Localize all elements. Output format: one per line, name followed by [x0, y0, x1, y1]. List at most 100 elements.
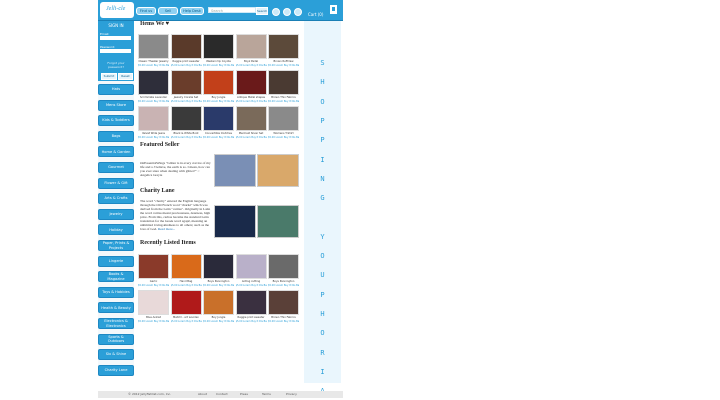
item-card[interactable]: Western tip Coyote $5.00 Lorem Buy It Dis…: [203, 34, 234, 67]
item-photo[interactable]: [203, 106, 234, 131]
charity-image-2[interactable]: [257, 205, 299, 238]
search-button[interactable]: Search: [256, 7, 268, 15]
sidebar-item-14[interactable]: Health & Beauty: [98, 302, 134, 314]
sidebar-item-6[interactable]: Flower & Gift: [98, 177, 134, 189]
sidebar-item-17[interactable]: Six & Shine: [98, 349, 134, 361]
item-photo[interactable]: [138, 34, 169, 59]
footer-link-contact[interactable]: Contact: [216, 392, 228, 396]
sidebar-item-0[interactable]: Hats: [98, 84, 134, 95]
login-submit-button[interactable]: Submit: [101, 73, 117, 80]
password-field[interactable]: [100, 49, 131, 53]
recent-item-photo[interactable]: [138, 254, 169, 279]
recent-item-photo[interactable]: [203, 254, 234, 279]
forgot-password-link[interactable]: Forgot your password?: [100, 61, 132, 69]
item-photo[interactable]: [203, 34, 234, 59]
recent-item-photo[interactable]: [235, 290, 267, 315]
sidebar-item-2[interactable]: Kids & Toddlers: [98, 115, 134, 127]
sidebar-item-1[interactable]: Mens Store: [98, 99, 134, 111]
item-photo[interactable]: [138, 106, 169, 131]
sidebar-item-9[interactable]: Holiday: [98, 224, 134, 236]
email-field[interactable]: [100, 36, 131, 40]
item-card[interactable]: Black & White Boot $5.00 Lorem Buy It Dis…: [170, 106, 202, 139]
rss-icon[interactable]: [294, 8, 302, 16]
item-card[interactable]: Womens T-Shirt$5.00 Lorem Buy It Dis Bag…: [268, 106, 299, 139]
item-card[interactable]: Mermaid Silver Set $5.00 Lorem Buy It Dis…: [235, 106, 267, 139]
featured-image-2[interactable]: [257, 154, 299, 187]
item-card[interactable]: Classic Theater Jewelry $5.00 Lorem Buy I…: [138, 34, 169, 67]
recent-item-card[interactable]: Brown Thin Fabrics $5.00 Lorem Buy It Dis…: [268, 290, 299, 323]
sidebar-item-13[interactable]: Toys & Hobbies: [98, 286, 134, 298]
item-meta: $5.00 Lorem Buy It Dis Baged: [235, 135, 267, 139]
item-card[interactable]: Raggie print sweater $5.00 Lorem Buy It D…: [170, 34, 202, 67]
logo[interactable]: Jelli-cle: [100, 2, 134, 18]
recent-item-photo[interactable]: [170, 254, 202, 279]
footer-link-terms[interactable]: Terms: [262, 392, 271, 396]
cart-label[interactable]: Cart (0): [308, 12, 323, 17]
sidebar-item-10[interactable]: Paper, Prints & Projects: [98, 240, 134, 251]
recent-item-card[interactable]: Boys Pennington $5.00 Lorem Buy It Dis Ba…: [203, 254, 234, 287]
item-photo[interactable]: [170, 70, 202, 95]
cart-icon[interactable]: [330, 5, 337, 14]
nav-pill-sell[interactable]: Sell: [158, 7, 178, 15]
footer-link-press[interactable]: Press: [240, 392, 248, 396]
item-photo[interactable]: [170, 106, 202, 131]
featured-image-1[interactable]: [214, 154, 256, 187]
sidebar-item-16[interactable]: Sports & Outdoors: [98, 333, 134, 345]
facebook-icon[interactable]: [272, 8, 280, 16]
item-photo[interactable]: [268, 70, 299, 95]
recent-item-photo[interactable]: [268, 254, 299, 279]
recent-item-photo[interactable]: [268, 290, 299, 315]
recent-item-photo[interactable]: [170, 290, 202, 315]
recent-item-card[interactable]: Garlic$5.00 Lorem Buy It Dis Baged: [138, 254, 169, 287]
item-meta: $5.00 Lorem Buy It Dis Baged: [203, 63, 234, 67]
recent-item-photo[interactable]: [235, 254, 267, 279]
item-photo[interactable]: [138, 70, 169, 95]
item-photo[interactable]: [235, 106, 267, 131]
item-card[interactable]: Antique Metal shapes $5.00 Lorem Buy It D…: [235, 70, 267, 103]
nav-pill-find[interactable]: Find us: [136, 7, 156, 15]
item-card[interactable]: Scrimmate Lavender $5.00 Lorem Buy It Dis…: [138, 70, 169, 103]
item-card[interactable]: Convertible Clutches $5.00 Lorem Buy It D…: [203, 106, 234, 139]
recent-item-card[interactable]: Blue Anklet$5.00 Lorem Buy It Dis Baged: [138, 290, 169, 323]
sidebar-item-5[interactable]: Gourmet: [98, 162, 134, 173]
recent-item-meta: $5.00 Lorem Buy It Dis Baged: [235, 283, 267, 287]
sidebar-item-4[interactable]: Home & Garden: [98, 146, 134, 158]
item-card[interactable]: Brown Ruffclaw$5.00 Lorem Buy It Dis Bag…: [268, 34, 299, 67]
item-photo[interactable]: [170, 34, 202, 59]
footer-link-privacy[interactable]: Privacy: [286, 392, 297, 396]
recent-item-card[interactable]: Boy Jungle$5.00 Lorem Buy It Dis Baged: [203, 290, 234, 323]
sidebar-item-12[interactable]: Books & Magazine: [98, 271, 134, 283]
sidebar-item-11[interactable]: Lingerie: [98, 255, 134, 267]
item-card[interactable]: Boy Jungle$5.00 Lorem Buy It Dis Baged: [203, 70, 234, 103]
nav-pill-help[interactable]: Help Desk: [180, 7, 204, 15]
item-photo[interactable]: [235, 34, 267, 59]
item-card[interactable]: Jewelry Coralia Set $5.00 Lorem Buy It Di…: [170, 70, 202, 103]
sidebar-item-18[interactable]: Charity Lane: [98, 364, 134, 376]
twitter-icon[interactable]: [283, 8, 291, 16]
featured-seller-title: Featured Seller: [140, 142, 180, 148]
item-photo[interactable]: [235, 70, 267, 95]
item-card[interactable]: Boyz Pedal$5.00 Lorem Buy It Dis Baged: [235, 34, 267, 67]
item-photo[interactable]: [203, 70, 234, 95]
sidebar-item-7[interactable]: Arts & Crafts: [98, 193, 134, 205]
recent-item-photo[interactable]: [203, 290, 234, 315]
item-card[interactable]: Brown Thin Fabrics $5.00 Lorem Buy It Dis…: [268, 70, 299, 103]
recent-item-photo[interactable]: [138, 290, 169, 315]
sidebar-item-15[interactable]: Electronics & Electronics: [98, 318, 134, 329]
recent-item-card[interactable]: Antlog cutting$5.00 Lorem Buy It Dis Bag…: [235, 254, 267, 287]
item-photo[interactable]: [268, 34, 299, 59]
item-card[interactable]: Velvet Wide Jeans $5.00 Lorem Buy It Dis …: [138, 106, 169, 139]
recent-item-card[interactable]: Hand Bag$5.00 Lorem Buy It Dis Baged: [170, 254, 202, 287]
recent-item-card[interactable]: Raggie print sweater $5.00 Lorem Buy It D…: [235, 290, 267, 323]
item-meta: $5.00 Lorem Buy It Dis Baged: [235, 99, 267, 103]
sidebar-item-8[interactable]: Jewelry: [98, 208, 134, 220]
recent-item-card[interactable]: Boys Pennington $5.00 Lorem Buy It Dis Ba…: [268, 254, 299, 287]
search-input[interactable]: Search: [208, 7, 256, 13]
charity-image-1[interactable]: [214, 205, 256, 238]
item-photo[interactable]: [268, 106, 299, 131]
recent-item-card[interactable]: Matchl - art wooden $5.00 Lorem Buy It Di…: [170, 290, 202, 323]
sidebar-item-3[interactable]: Bags: [98, 130, 134, 142]
footer-link-about[interactable]: About: [198, 392, 207, 396]
login-reset-button[interactable]: Reset: [118, 73, 133, 80]
charity-read-more-link[interactable]: Read more...: [158, 227, 175, 231]
